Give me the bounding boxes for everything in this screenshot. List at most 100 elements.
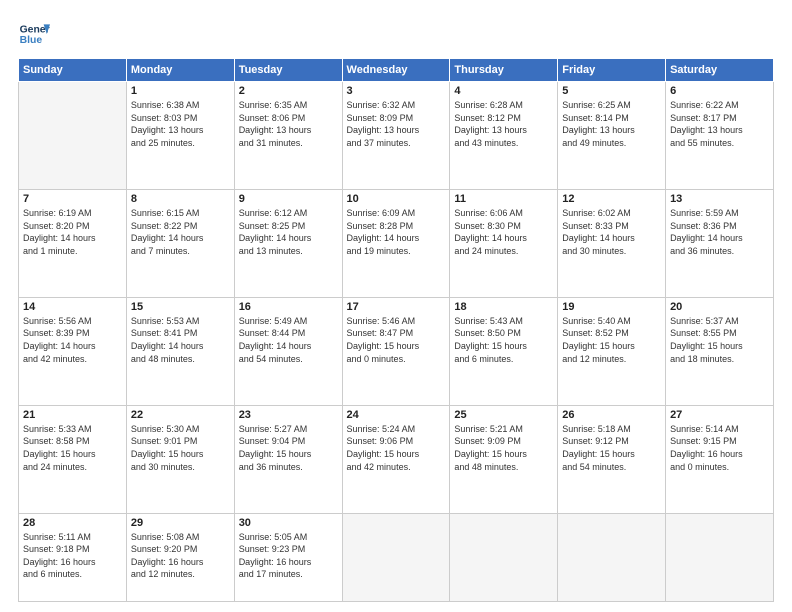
day-number: 12	[562, 193, 661, 205]
day-info: Sunrise: 5:30 AMSunset: 9:01 PMDaylight:…	[131, 423, 230, 473]
header: General Blue	[18, 18, 774, 50]
day-number: 6	[670, 85, 769, 97]
day-info: Sunrise: 5:37 AMSunset: 8:55 PMDaylight:…	[670, 315, 769, 365]
calendar-header-sunday: Sunday	[19, 59, 127, 82]
day-number: 25	[454, 409, 553, 421]
calendar-day-cell: 11 Sunrise: 6:06 AMSunset: 8:30 PMDayligh…	[450, 189, 558, 297]
calendar-day-cell: 15 Sunrise: 5:53 AMSunset: 8:41 PMDayligh…	[126, 297, 234, 405]
calendar-day-cell	[450, 513, 558, 601]
calendar-day-cell: 24 Sunrise: 5:24 AMSunset: 9:06 PMDayligh…	[342, 405, 450, 513]
calendar-week-row: 28 Sunrise: 5:11 AMSunset: 9:18 PMDayligh…	[19, 513, 774, 601]
day-info: Sunrise: 6:09 AMSunset: 8:28 PMDaylight:…	[347, 207, 446, 257]
calendar-day-cell: 27 Sunrise: 5:14 AMSunset: 9:15 PMDayligh…	[666, 405, 774, 513]
calendar-day-cell: 29 Sunrise: 5:08 AMSunset: 9:20 PMDayligh…	[126, 513, 234, 601]
calendar-day-cell: 10Sunrise: 6:09 AMSunset: 8:28 PMDayligh…	[342, 189, 450, 297]
calendar-day-cell: 9Sunrise: 6:12 AMSunset: 8:25 PMDaylight…	[234, 189, 342, 297]
calendar-day-cell: 2 Sunrise: 6:35 AMSunset: 8:06 PMDaylight…	[234, 82, 342, 190]
svg-text:Blue: Blue	[20, 35, 43, 46]
day-number: 11	[454, 193, 553, 205]
day-number: 23	[239, 409, 338, 421]
calendar-week-row: 7Sunrise: 6:19 AMSunset: 8:20 PMDaylight…	[19, 189, 774, 297]
calendar-day-cell: 16 Sunrise: 5:49 AMSunset: 8:44 PMDayligh…	[234, 297, 342, 405]
calendar-day-cell: 19 Sunrise: 5:40 AMSunset: 8:52 PMDayligh…	[558, 297, 666, 405]
calendar-day-cell: 30 Sunrise: 5:05 AMSunset: 9:23 PMDayligh…	[234, 513, 342, 601]
calendar-week-row: 14Sunrise: 5:56 AMSunset: 8:39 PMDayligh…	[19, 297, 774, 405]
calendar-header-friday: Friday	[558, 59, 666, 82]
day-number: 26	[562, 409, 661, 421]
day-info: Sunrise: 5:18 AMSunset: 9:12 PMDaylight:…	[562, 423, 661, 473]
day-info: Sunrise: 6:28 AMSunset: 8:12 PMDaylight:…	[454, 99, 553, 149]
calendar-day-cell: 1Sunrise: 6:38 AMSunset: 8:03 PMDaylight…	[126, 82, 234, 190]
calendar-header-monday: Monday	[126, 59, 234, 82]
calendar-header-wednesday: Wednesday	[342, 59, 450, 82]
calendar-day-cell: 26 Sunrise: 5:18 AMSunset: 9:12 PMDayligh…	[558, 405, 666, 513]
day-number: 27	[670, 409, 769, 421]
day-number: 22	[131, 409, 230, 421]
calendar-header-saturday: Saturday	[666, 59, 774, 82]
day-number: 7	[23, 193, 122, 205]
calendar-day-cell: 5 Sunrise: 6:25 AMSunset: 8:14 PMDaylight…	[558, 82, 666, 190]
calendar-day-cell: 22 Sunrise: 5:30 AMSunset: 9:01 PMDayligh…	[126, 405, 234, 513]
day-number: 16	[239, 301, 338, 313]
day-info: Sunrise: 5:24 AMSunset: 9:06 PMDaylight:…	[347, 423, 446, 473]
calendar-day-cell: 14Sunrise: 5:56 AMSunset: 8:39 PMDayligh…	[19, 297, 127, 405]
calendar-day-cell: 3 Sunrise: 6:32 AMSunset: 8:09 PMDaylight…	[342, 82, 450, 190]
calendar-day-cell: 28 Sunrise: 5:11 AMSunset: 9:18 PMDayligh…	[19, 513, 127, 601]
day-info: Sunrise: 5:40 AMSunset: 8:52 PMDaylight:…	[562, 315, 661, 365]
day-number: 1	[131, 85, 230, 97]
calendar-day-cell: 12Sunrise: 6:02 AMSunset: 8:33 PMDayligh…	[558, 189, 666, 297]
day-number: 21	[23, 409, 122, 421]
day-number: 14	[23, 301, 122, 313]
day-info: Sunrise: 5:33 AMSunset: 8:58 PMDaylight:…	[23, 423, 122, 473]
day-info: Sunrise: 5:49 AMSunset: 8:44 PMDaylight:…	[239, 315, 338, 365]
day-number: 29	[131, 517, 230, 529]
day-info: Sunrise: 5:43 AMSunset: 8:50 PMDaylight:…	[454, 315, 553, 365]
day-number: 18	[454, 301, 553, 313]
day-info: Sunrise: 6:35 AMSunset: 8:06 PMDaylight:…	[239, 99, 338, 149]
day-number: 28	[23, 517, 122, 529]
calendar-day-cell: 7Sunrise: 6:19 AMSunset: 8:20 PMDaylight…	[19, 189, 127, 297]
logo: General Blue	[18, 18, 54, 50]
calendar-day-cell: 23Sunrise: 5:27 AMSunset: 9:04 PMDayligh…	[234, 405, 342, 513]
calendar-header-row: SundayMondayTuesdayWednesdayThursdayFrid…	[19, 59, 774, 82]
day-number: 24	[347, 409, 446, 421]
logo-icon: General Blue	[18, 18, 50, 50]
day-number: 3	[347, 85, 446, 97]
day-info: Sunrise: 5:08 AMSunset: 9:20 PMDaylight:…	[131, 531, 230, 581]
day-number: 20	[670, 301, 769, 313]
calendar-table: SundayMondayTuesdayWednesdayThursdayFrid…	[18, 58, 774, 602]
calendar-day-cell	[19, 82, 127, 190]
day-number: 17	[347, 301, 446, 313]
day-info: Sunrise: 6:25 AMSunset: 8:14 PMDaylight:…	[562, 99, 661, 149]
calendar-day-cell	[558, 513, 666, 601]
day-number: 5	[562, 85, 661, 97]
day-info: Sunrise: 6:12 AMSunset: 8:25 PMDaylight:…	[239, 207, 338, 257]
day-info: Sunrise: 6:06 AMSunset: 8:30 PMDaylight:…	[454, 207, 553, 257]
calendar-day-cell: 4 Sunrise: 6:28 AMSunset: 8:12 PMDaylight…	[450, 82, 558, 190]
day-number: 8	[131, 193, 230, 205]
day-info: Sunrise: 5:05 AMSunset: 9:23 PMDaylight:…	[239, 531, 338, 581]
calendar-day-cell: 21 Sunrise: 5:33 AMSunset: 8:58 PMDayligh…	[19, 405, 127, 513]
day-info: Sunrise: 5:59 AMSunset: 8:36 PMDaylight:…	[670, 207, 769, 257]
calendar-header-thursday: Thursday	[450, 59, 558, 82]
day-number: 30	[239, 517, 338, 529]
day-info: Sunrise: 5:21 AMSunset: 9:09 PMDaylight:…	[454, 423, 553, 473]
day-number: 15	[131, 301, 230, 313]
calendar-day-cell: 18 Sunrise: 5:43 AMSunset: 8:50 PMDayligh…	[450, 297, 558, 405]
day-number: 13	[670, 193, 769, 205]
day-info: Sunrise: 5:53 AMSunset: 8:41 PMDaylight:…	[131, 315, 230, 365]
day-info: Sunrise: 5:11 AMSunset: 9:18 PMDaylight:…	[23, 531, 122, 581]
day-info: Sunrise: 6:15 AMSunset: 8:22 PMDaylight:…	[131, 207, 230, 257]
calendar-day-cell: 17Sunrise: 5:46 AMSunset: 8:47 PMDayligh…	[342, 297, 450, 405]
day-info: Sunrise: 6:32 AMSunset: 8:09 PMDaylight:…	[347, 99, 446, 149]
calendar-header-tuesday: Tuesday	[234, 59, 342, 82]
calendar-day-cell: 20 Sunrise: 5:37 AMSunset: 8:55 PMDayligh…	[666, 297, 774, 405]
day-number: 19	[562, 301, 661, 313]
day-number: 2	[239, 85, 338, 97]
calendar-week-row: 21 Sunrise: 5:33 AMSunset: 8:58 PMDayligh…	[19, 405, 774, 513]
calendar-day-cell	[666, 513, 774, 601]
calendar-week-row: 1Sunrise: 6:38 AMSunset: 8:03 PMDaylight…	[19, 82, 774, 190]
calendar-day-cell	[342, 513, 450, 601]
day-info: Sunrise: 5:14 AMSunset: 9:15 PMDaylight:…	[670, 423, 769, 473]
day-number: 4	[454, 85, 553, 97]
